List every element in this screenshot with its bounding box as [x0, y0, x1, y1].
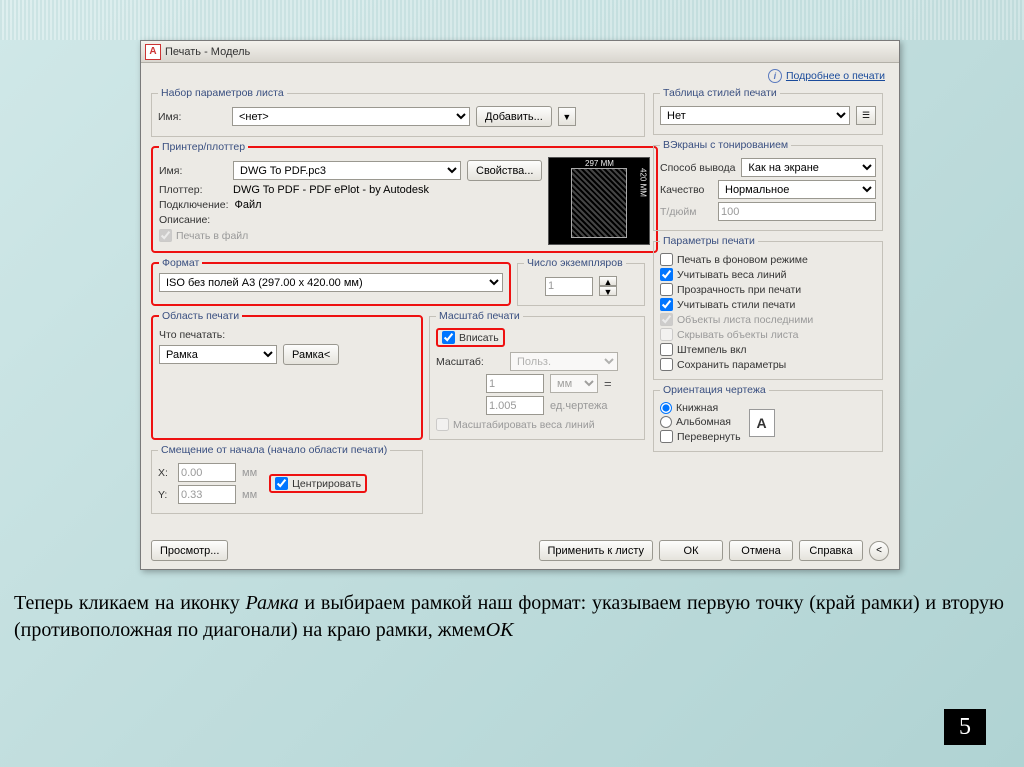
pageset-group: Набор параметров листа Имя: <нет> Добави… [151, 87, 645, 137]
printer-legend: Принтер/плоттер [159, 141, 248, 153]
area-select[interactable]: Рамка [159, 345, 277, 364]
printer-name-label: Имя: [159, 165, 227, 177]
print-dialog: A Печать - Модель i Подробнее о печати Н… [140, 40, 900, 570]
quality-select[interactable]: Нормальное [718, 180, 876, 199]
x-unit: мм [242, 467, 257, 479]
x-input [178, 463, 236, 482]
what-label: Что печатать: [159, 329, 239, 341]
instruction-text: Теперь кликаем на иконку Рамка и выбирае… [14, 590, 1004, 644]
area-legend: Область печати [159, 310, 242, 322]
options-group: Параметры печати Печать в фоновом режиме… [653, 235, 883, 380]
scale-lineweights-checkbox: Масштабировать веса линий [436, 418, 638, 431]
mode-label: Способ вывода [660, 162, 735, 174]
opt-stamp[interactable]: Штемпель вкл [660, 343, 876, 356]
quality-label: Качество [660, 184, 712, 196]
paper-preview: 297 MM 420 MM [548, 157, 650, 245]
conn-label: Подключение: [159, 199, 229, 211]
apply-button[interactable]: Применить к листу [539, 540, 654, 561]
help-button[interactable]: Справка [799, 540, 863, 561]
opt-transparency[interactable]: Прозрачность при печати [660, 283, 876, 296]
scale-num-input [486, 374, 544, 393]
center-checkbox[interactable]: Центрировать [269, 474, 367, 493]
styles-legend: Таблица стилей печати [660, 87, 780, 99]
landscape-radio[interactable]: Альбомная [660, 416, 741, 428]
page-number: 5 [944, 709, 986, 745]
y-unit: мм [242, 489, 257, 501]
window-button[interactable]: Рамка< [283, 344, 339, 365]
paper-select[interactable]: ISO без полей A3 (297.00 x 420.00 мм) [159, 273, 503, 292]
styles-select[interactable]: Нет [660, 106, 850, 125]
pageset-dropdown-arrow[interactable]: ▼ [558, 107, 576, 126]
scale-unit2-input [486, 396, 544, 415]
orient-legend: Ориентация чертежа [660, 384, 769, 396]
upside-checkbox[interactable]: Перевернуть [660, 430, 741, 443]
shaded-group: ВЭкраны с тонированием Способ вывода Как … [653, 139, 883, 231]
desc-label: Описание: [159, 214, 227, 226]
orient-group: Ориентация чертежа Книжная Альбомная Пер… [653, 384, 883, 452]
preview-width: 297 MM [549, 159, 649, 168]
unit2-label: ед.чертежа [550, 400, 607, 412]
plotter-value: DWG To PDF - PDF ePlot - by Autodesk [233, 184, 429, 196]
styles-edit-button[interactable]: ☰ [856, 106, 876, 125]
scale-unit-select: мм [550, 374, 598, 393]
fit-checkbox[interactable]: Вписать [436, 328, 505, 347]
styles-group: Таблица стилей печати Нет ☰ [653, 87, 883, 135]
offset-legend: Смещение от начала (начало области печат… [158, 444, 390, 456]
dpi-input [718, 202, 876, 221]
dpi-label: Т/дюйм [660, 206, 712, 218]
plotter-label: Плоттер: [159, 184, 227, 196]
offset-group: Смещение от начала (начало области печат… [151, 444, 423, 514]
copies-legend: Число экземпляров [524, 257, 626, 269]
scale-group: Масштаб печати Вписать Масштаб: Польз. мм… [429, 310, 645, 440]
x-label: X: [158, 467, 172, 479]
pageset-add-button[interactable]: Добавить... [476, 106, 552, 127]
y-input [178, 485, 236, 504]
printer-name-select[interactable]: DWG To PDF.pc3 [233, 161, 461, 180]
copies-up: ▲ [599, 276, 617, 286]
shaded-legend: ВЭкраны с тонированием [660, 139, 791, 151]
preview-height: 420 MM [638, 168, 647, 242]
cancel-button[interactable]: Отмена [729, 540, 793, 561]
title-bar[interactable]: A Печать - Модель [141, 41, 899, 63]
opt-styles[interactable]: Учитывать стили печати [660, 298, 876, 311]
copies-input [545, 277, 593, 296]
copies-group: Число экземпляров ▲ ▼ [517, 257, 645, 306]
pageset-name-select[interactable]: <нет> [232, 107, 470, 126]
app-icon: A [145, 44, 161, 60]
pageset-legend: Набор параметров листа [158, 87, 287, 99]
opt-save[interactable]: Сохранить параметры [660, 358, 876, 371]
collapse-button[interactable]: < [869, 541, 889, 561]
pageset-name-label: Имя: [158, 111, 226, 123]
y-label: Y: [158, 489, 172, 501]
options-legend: Параметры печати [660, 235, 758, 247]
paper-group: Формат ISO без полей A3 (297.00 x 420.00… [151, 257, 511, 306]
scale-select: Польз. [510, 352, 618, 371]
orientation-icon: A [749, 409, 775, 437]
print-to-file-checkbox: Печать в файл [159, 229, 542, 242]
learn-more-link[interactable]: Подробнее о печати [786, 70, 885, 82]
paper-legend: Формат [159, 257, 202, 269]
ok-button[interactable]: ОК [659, 540, 723, 561]
opt-paperspace-last: Объекты листа последними [660, 313, 876, 326]
portrait-radio[interactable]: Книжная [660, 402, 741, 414]
opt-lineweights[interactable]: Учитывать веса линий [660, 268, 876, 281]
copies-down: ▼ [599, 286, 617, 296]
area-group: Область печати Что печатать: Рамка Рамка… [151, 310, 423, 440]
info-icon: i [768, 69, 782, 83]
conn-value: Файл [235, 199, 262, 211]
opt-hide-paperspace: Скрывать объекты листа [660, 328, 876, 341]
preview-button[interactable]: Просмотр... [151, 540, 228, 561]
equals-icon: = [604, 376, 612, 391]
dialog-title: Печать - Модель [165, 46, 250, 58]
scale-label: Масштаб: [436, 356, 504, 368]
printer-props-button[interactable]: Свойства... [467, 160, 542, 181]
opt-background[interactable]: Печать в фоновом режиме [660, 253, 876, 266]
printer-group: Принтер/плоттер Имя: DWG To PDF.pc3 Свой… [151, 141, 658, 253]
mode-select[interactable]: Как на экране [741, 158, 876, 177]
scale-legend: Масштаб печати [436, 310, 523, 322]
